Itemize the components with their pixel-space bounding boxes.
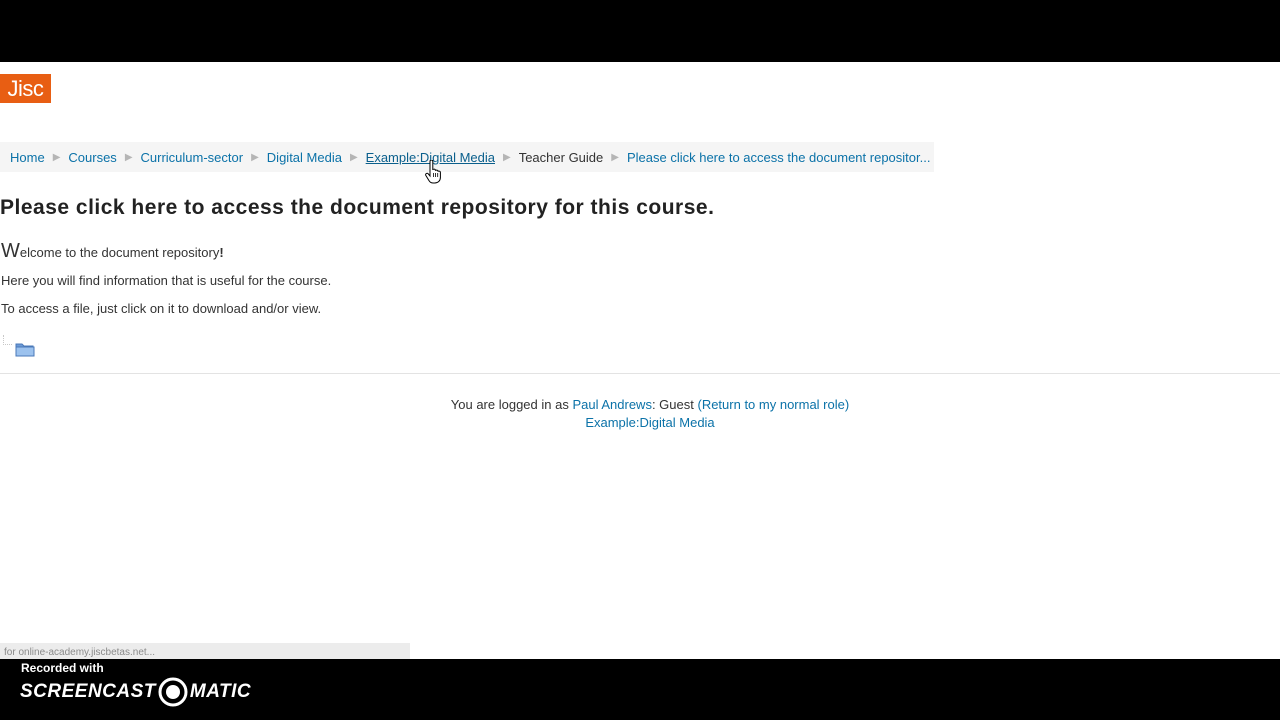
course-link-line: Example:Digital Media — [0, 414, 1280, 432]
breadcrumb-separator-icon: ▶ — [611, 151, 619, 163]
breadcrumb-home[interactable]: Home — [10, 150, 45, 165]
intro-welcome-rest: elcome to the document repository — [19, 245, 220, 260]
jisc-logo[interactable]: Jisc — [0, 74, 51, 103]
breadcrumb: Home ▶ Courses ▶ Curriculum-sector ▶ Dig… — [0, 142, 934, 172]
intro-welcome-text: Welcome to the document repository! — [1, 240, 224, 263]
breadcrumb-separator-icon: ▶ — [52, 151, 61, 163]
browser-status-bar: for online-academy.jiscbetas.net... — [0, 643, 410, 659]
intro-welcome-exclamation: ! — [219, 245, 224, 260]
breadcrumb-separator-icon: ▶ — [124, 151, 133, 163]
intro-dropcap-letter: W — [1, 240, 20, 262]
course-home-link[interactable]: Example:Digital Media — [585, 415, 714, 430]
screencast-o-icon — [158, 677, 188, 707]
page-title: Please click here to access the document… — [0, 196, 715, 219]
intro-info-text: Here you will find information that is u… — [1, 273, 332, 288]
breadcrumb-courses[interactable]: Courses — [68, 150, 116, 165]
breadcrumb-teacher-guide: Teacher Guide — [518, 149, 604, 165]
screencast-brand-right: MATIC — [189, 681, 252, 702]
breadcrumb-separator-icon: ▶ — [503, 151, 511, 163]
breadcrumb-digital-media[interactable]: Digital Media — [267, 150, 342, 165]
screencast-brand-left: SCREENCAST — [20, 681, 156, 702]
user-profile-link[interactable]: Paul Andrews — [572, 397, 652, 412]
screencast-matic-watermark: SCREENCAST MATIC — [20, 677, 251, 707]
login-info-line: You are logged in as Paul Andrews: Guest… — [0, 396, 1280, 414]
role-text: : Guest — [651, 397, 698, 412]
login-info-footer: You are logged in as Paul Andrews: Guest… — [0, 396, 1280, 432]
top-black-bar — [0, 0, 1280, 62]
return-to-normal-role-link[interactable]: (Return to my normal role) — [697, 397, 849, 412]
breadcrumb-document-repository[interactable]: Please click here to access the document… — [627, 150, 931, 165]
intro-access-text: To access a file, just click on it to do… — [1, 301, 322, 316]
logged-in-prefix: You are logged in as — [450, 397, 573, 412]
folder-icon[interactable] — [15, 340, 35, 358]
tree-connector-line — [3, 335, 12, 345]
breadcrumb-curriculum-sector[interactable]: Curriculum-sector — [141, 150, 244, 165]
hand-pointer-cursor-icon — [425, 160, 441, 184]
recorded-with-label: Recorded with — [21, 661, 104, 675]
footer-divider — [0, 373, 1280, 374]
breadcrumb-separator-icon: ▶ — [349, 151, 358, 163]
breadcrumb-separator-icon: ▶ — [251, 151, 259, 163]
